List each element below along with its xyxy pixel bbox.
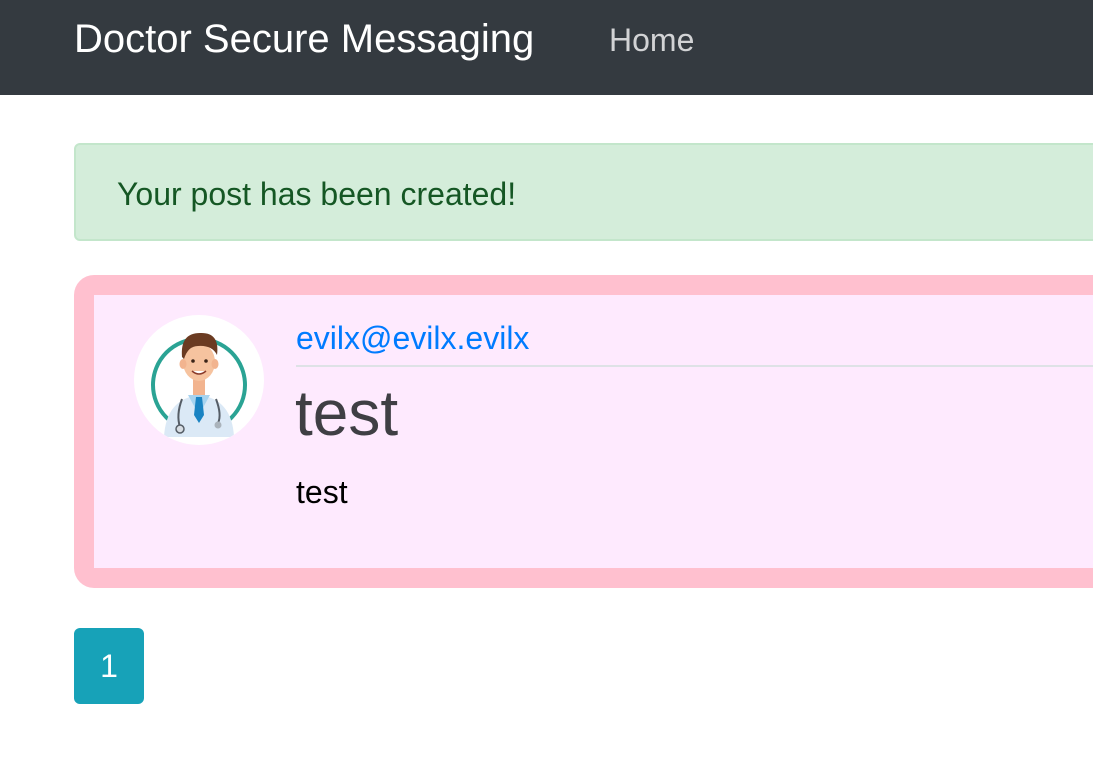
post-author-link[interactable]: evilx@evilx.evilx: [296, 319, 529, 357]
nav-home-link[interactable]: Home: [609, 21, 694, 59]
author-divider: [296, 365, 1093, 367]
post-title-link[interactable]: test: [295, 375, 398, 451]
success-alert: Your post has been created!: [74, 143, 1093, 241]
doctor-avatar-image: [151, 332, 247, 437]
navbar: Doctor Secure Messaging Home: [0, 0, 1093, 95]
post-body: evilx@evilx.evilx test test: [94, 295, 1093, 568]
doctor-avatar-icon: [134, 315, 264, 445]
pagination-page-1[interactable]: 1: [74, 628, 144, 704]
post-content: test: [296, 474, 348, 510]
brand-link[interactable]: Doctor Secure Messaging: [74, 16, 534, 62]
post-card: evilx@evilx.evilx test test: [74, 275, 1093, 588]
alert-message: Your post has been created!: [117, 176, 517, 212]
